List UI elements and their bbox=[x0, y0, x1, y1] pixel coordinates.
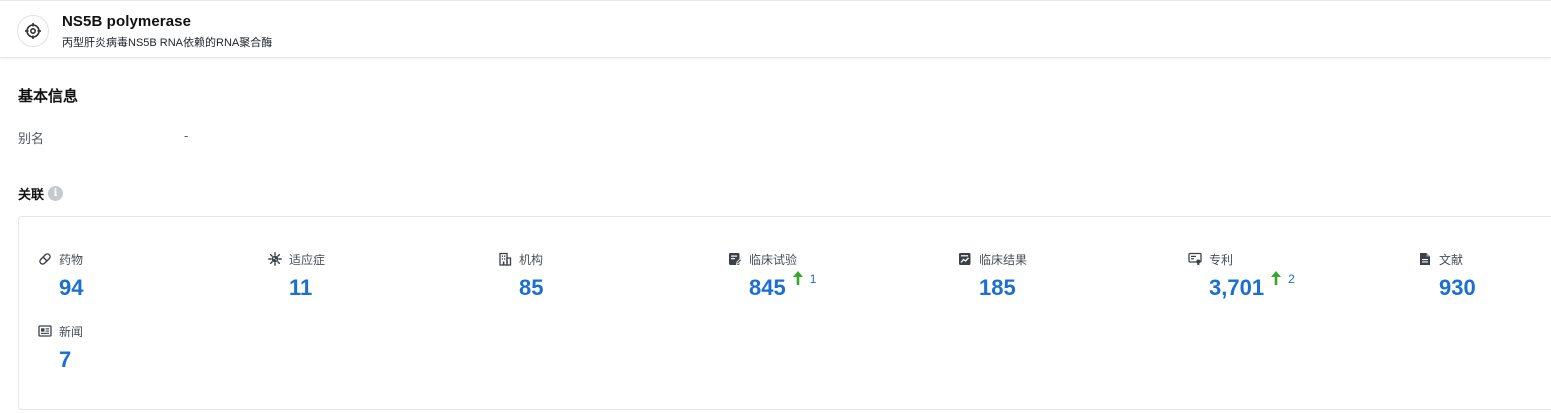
relation-label: 临床结果 bbox=[979, 252, 1028, 267]
relation-value[interactable]: 930 bbox=[1439, 276, 1476, 300]
trend-count: 1 bbox=[809, 272, 817, 286]
basic-info-heading: 基本信息 bbox=[18, 88, 79, 105]
arrow-up-icon bbox=[1271, 271, 1282, 285]
relation-stat-clinical-results[interactable]: 临床结果 185 bbox=[958, 251, 1027, 300]
relation-value[interactable]: 85 bbox=[519, 276, 543, 300]
target-crosshair-icon bbox=[17, 15, 49, 47]
relation-value[interactable]: 845 bbox=[749, 276, 786, 300]
relation-stat-literature[interactable]: 文献 930 bbox=[1418, 251, 1476, 300]
relation-label: 适应症 bbox=[289, 252, 326, 267]
virus-icon bbox=[268, 252, 282, 266]
relation-label: 临床试验 bbox=[749, 252, 798, 267]
relation-stat-indications[interactable]: 适应症 11 bbox=[268, 251, 325, 300]
relations-heading-label: 关联 bbox=[18, 187, 45, 202]
relation-stat-patents[interactable]: 专利 3,701 2 bbox=[1188, 251, 1295, 300]
trend-indicator: 2 bbox=[1270, 270, 1295, 286]
relation-label: 新闻 bbox=[59, 324, 84, 339]
relation-value[interactable]: 185 bbox=[979, 276, 1016, 300]
relation-value[interactable]: 7 bbox=[59, 348, 71, 372]
relation-stat-drugs[interactable]: 药物 94 bbox=[38, 251, 83, 300]
trend-indicator: 1 bbox=[792, 270, 817, 286]
patent-certificate-icon bbox=[1188, 252, 1202, 266]
page-subtitle: 丙型肝炎病毒NS5B RNA依赖的RNA聚合酶 bbox=[62, 37, 273, 49]
info-icon[interactable]: i bbox=[48, 186, 64, 201]
arrow-up-icon bbox=[792, 271, 803, 285]
pill-icon bbox=[39, 253, 51, 265]
relation-stat-clinical-trials[interactable]: 临床试验 845 1 bbox=[728, 251, 816, 300]
building-icon bbox=[499, 252, 512, 266]
alias-value: - bbox=[184, 128, 189, 143]
relation-value[interactable]: 94 bbox=[59, 276, 83, 300]
relation-value[interactable]: 11 bbox=[289, 276, 312, 300]
trend-count: 2 bbox=[1288, 272, 1295, 286]
relation-label: 药物 bbox=[59, 252, 84, 267]
clipboard-edit-icon bbox=[729, 253, 742, 266]
entity-header: NS5B polymerase 丙型肝炎病毒NS5B RNA依赖的RNA聚合酶 bbox=[0, 0, 1551, 58]
relations-heading: 关联 i bbox=[18, 184, 64, 203]
newspaper-icon bbox=[38, 325, 52, 337]
chart-report-icon bbox=[959, 253, 971, 265]
relation-label: 专利 bbox=[1209, 252, 1234, 267]
relations-card: 药物 94 适应症 11 机构 85 临床试验 845 1 临床结果 185 专… bbox=[18, 216, 1551, 410]
alias-label: 别名 bbox=[18, 131, 45, 146]
relation-label: 文献 bbox=[1439, 252, 1464, 267]
document-icon bbox=[1420, 253, 1430, 265]
relation-stat-organizations[interactable]: 机构 85 bbox=[498, 251, 543, 300]
relation-stat-news[interactable]: 新闻 7 bbox=[38, 323, 83, 372]
page-title: NS5B polymerase bbox=[62, 13, 192, 30]
relation-label: 机构 bbox=[519, 252, 544, 267]
relation-value[interactable]: 3,701 bbox=[1209, 276, 1264, 300]
